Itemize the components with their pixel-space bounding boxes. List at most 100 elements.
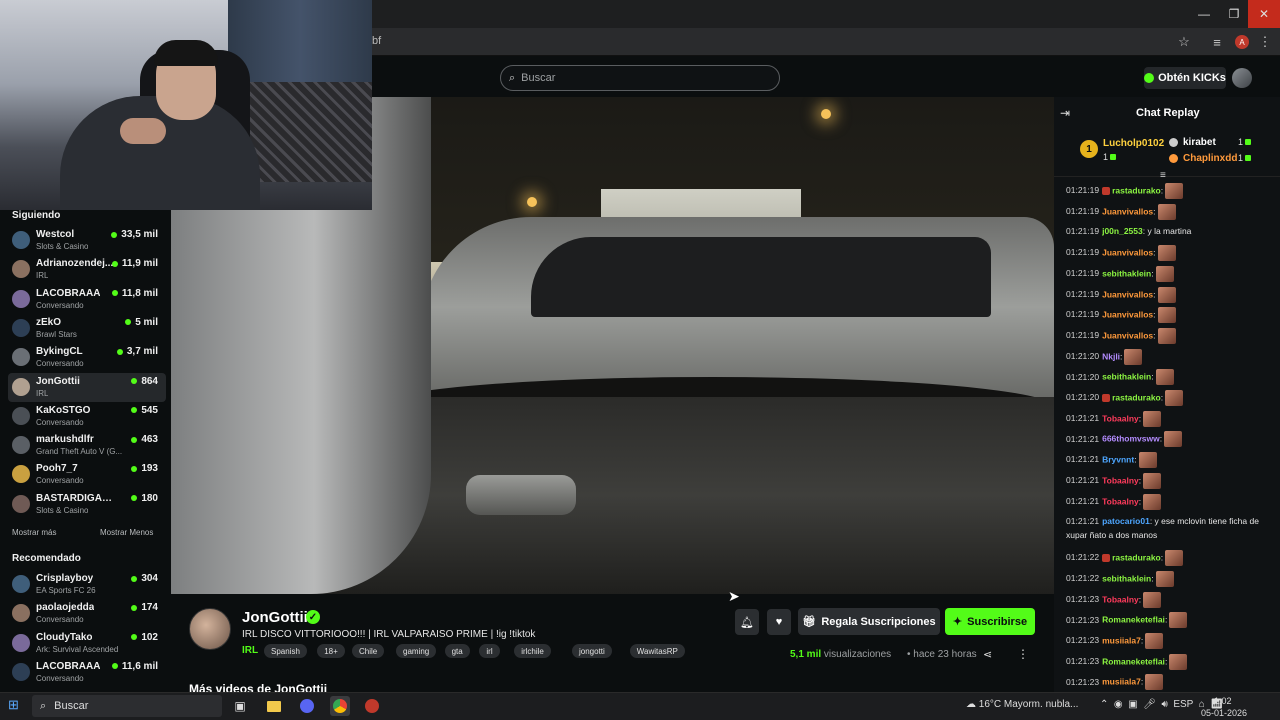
notification-bell-button[interactable]: 🔔︎ [735,609,759,635]
chat-username[interactable]: Juanvivallos [1102,330,1153,340]
chat-username[interactable]: sebithaklein [1102,268,1151,278]
stream-tag[interactable]: Chile [352,644,385,658]
sidebar-channel-item[interactable]: paolaojedda Conversando 174 [8,599,166,628]
sidebar-channel-item[interactable]: Pooh7_7 Conversando 193 [8,460,166,489]
browser-menu-icon[interactable]: ⋮ [1256,33,1274,51]
chat-text: : [1151,573,1154,584]
stream-tag[interactable]: Spanish [264,644,307,658]
chat-username[interactable]: j00n_2553 [1102,226,1143,236]
chrome-icon[interactable] [330,696,350,716]
user-avatar[interactable] [1232,68,1252,88]
chat-username[interactable]: Nkjli [1102,351,1120,361]
clock-date[interactable]: 05-01-2026 [1201,708,1247,718]
chat-username[interactable]: Romaneketeflai [1102,656,1165,666]
taskbar-search[interactable]: ⌕ Buscar [32,695,222,717]
clock-time[interactable]: 1:02 [1214,696,1232,706]
sidebar-channel-item[interactable]: LACOBRAAA Conversando 11,8 mil [8,285,166,314]
chat-username[interactable]: Juanvivallos [1102,206,1153,216]
discord-icon[interactable] [297,696,317,716]
chat-username[interactable]: Juanvivallos [1102,309,1153,319]
chat-timestamp: 01:21:21 [1066,495,1100,506]
subscribe-button[interactable]: ✦ Suscribirse [945,608,1035,635]
collapse-chat-icon[interactable]: ⇥ [1060,106,1070,120]
stream-tag[interactable]: irlchile [514,644,551,658]
mouse-cursor-icon: ➤ [728,588,740,604]
streamer-name[interactable]: JonGottii [242,609,308,626]
sidebar-channel-item[interactable]: BykingCL Conversando 3,7 mil [8,343,166,372]
chat-username[interactable]: rastadurako [1112,552,1161,562]
close-icon[interactable]: ✕ [1248,0,1280,28]
leaderboard-user[interactable]: Chaplinxdd [1183,153,1237,164]
stream-tag[interactable]: jongotti [572,644,612,658]
video-scene-streetlight [527,197,537,207]
channel-avatar [12,465,30,484]
minimize-icon[interactable]: — [1188,0,1220,28]
profile-icon[interactable]: A [1233,33,1251,51]
chat-username[interactable]: musiiala7 [1102,677,1141,687]
stream-tag[interactable]: 18+ [317,644,345,658]
streamer-avatar[interactable] [189,608,231,650]
chat-username[interactable]: patocario01 [1102,516,1150,526]
channel-avatar [12,318,30,337]
chat-username[interactable]: sebithaklein [1102,372,1151,382]
chat-emote-icon [1143,493,1162,510]
sidebar-channel-item[interactable]: KaKoSTGO Conversando 545 [8,402,166,431]
chat-message: 01:21:20 Nkjli: [1066,348,1262,365]
sidebar-channel-item[interactable]: markushdlfr Grand Theft Auto V (G... 463 [8,431,166,460]
pinned-icon[interactable]: ≡ [1160,170,1166,181]
chat-username[interactable]: Tobaalny [1102,413,1139,423]
chat-username[interactable]: musiiala7 [1102,635,1141,645]
windows-start-icon[interactable]: ⊞ [8,697,19,713]
channel-avatar [12,231,30,249]
sidebar-channel-item[interactable]: Crisplayboy EA Sports FC 26 304 [8,570,166,599]
leaderboard-user[interactable]: kirabet [1183,137,1216,148]
more-options-icon[interactable]: ⋮ [1017,647,1029,661]
show-more-link[interactable]: Mostrar más [12,528,56,537]
chat-username[interactable]: Tobaalny [1102,594,1139,604]
url-text[interactable]: bf [372,35,381,47]
app-icon[interactable] [362,696,382,716]
stream-tag[interactable]: gta [444,644,470,658]
leaderboard-user[interactable]: Lucholp0102 [1103,138,1164,149]
sidebar-channel-item[interactable]: Westcol Slots & Casino 33,5 mil [8,226,166,255]
sidebar-channel-item[interactable]: BASTARDIGANGG Slots & Casino 180 [8,490,166,519]
chat-username[interactable]: rastadurako [1112,185,1161,195]
stream-tag[interactable]: WawitasRP [629,644,685,658]
chat-username[interactable]: Romaneketeflai [1102,615,1165,625]
follow-heart-button[interactable]: ♥ [767,609,791,635]
playlist-icon[interactable]: ≡ [1208,33,1226,51]
chat-username[interactable]: sebithaklein [1102,573,1151,583]
chat-message: 01:21:21 Tobaalny: [1066,472,1262,489]
chat-username[interactable]: Bryvnnt [1102,454,1134,464]
sidebar-channel-item[interactable]: zEkO Brawl Stars 5 mil [8,314,166,343]
sidebar-channel-item[interactable]: CloudyTako Ark: Survival Ascended 102 [8,629,166,658]
gift-subs-button[interactable]: 🎁︎ Regala Suscripciones [798,608,940,635]
chat-username[interactable]: 666thomvsww [1102,434,1160,444]
file-explorer-icon[interactable] [264,696,284,716]
chat-emote-icon [1169,653,1188,670]
chat-message: 01:21:19 Juanvivallos: [1066,307,1262,324]
search-input[interactable]: ⌕ Buscar [500,65,780,91]
restore-icon[interactable]: ❐ [1218,0,1250,28]
chat-username[interactable]: Juanvivallos [1102,289,1153,299]
get-kicks-button[interactable]: Obtén KICKs [1144,67,1226,89]
chat-username[interactable]: Tobaalny [1102,475,1139,485]
chat-username[interactable]: Tobaalny [1102,496,1139,506]
share-icon[interactable]: ⋖ [983,648,992,661]
weather-widget[interactable]: ☁ 16°C Mayorm. nubla... [966,699,1078,710]
channel-avatar [12,289,30,308]
sidebar-channel-item[interactable]: LACOBRAAA Conversando 11,6 mil [8,658,166,687]
stream-tag[interactable]: gaming [396,644,437,658]
chat-username[interactable]: rastadurako [1112,392,1161,402]
sidebar-channel-item[interactable]: JonGottii IRL 864 [8,372,166,402]
show-less-link[interactable]: Mostrar Menos [100,528,153,537]
chat-username[interactable]: Juanvivallos [1102,247,1153,257]
chat-message: 01:21:19 Juanvivallos: [1066,286,1262,303]
task-view-icon[interactable]: ▣ [230,696,250,716]
stream-tag[interactable]: irl [479,644,500,658]
chat-emote-icon [1165,550,1184,567]
sidebar-channel-item[interactable]: Adrianozendej... IRL 11,9 mil [8,255,166,284]
category-link[interactable]: IRL [242,645,258,656]
bookmark-star-icon[interactable]: ☆ [1175,33,1193,51]
search-placeholder: Buscar [521,72,556,84]
